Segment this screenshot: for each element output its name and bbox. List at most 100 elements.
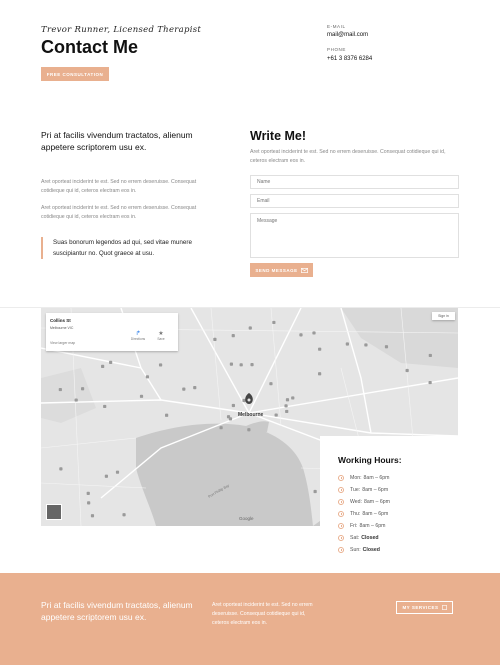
email-value[interactable]: mail@mail.com bbox=[327, 32, 368, 38]
send-message-button[interactable]: SEND MESSAGE bbox=[250, 263, 313, 277]
map-town-marker[interactable] bbox=[193, 386, 197, 390]
map-place-name: Collins St bbox=[50, 318, 71, 323]
hours-time: 8am – 6pm bbox=[362, 487, 389, 493]
map-town-marker[interactable] bbox=[87, 501, 91, 505]
view-larger-map-link[interactable]: View larger map bbox=[50, 341, 75, 345]
map-town-marker[interactable] bbox=[250, 363, 254, 367]
map-town-marker[interactable] bbox=[139, 394, 144, 398]
message-input[interactable] bbox=[250, 213, 459, 258]
map-town-marker[interactable] bbox=[103, 404, 107, 409]
hours-day: Fri: bbox=[350, 523, 358, 529]
map-town-marker[interactable] bbox=[58, 387, 62, 392]
map-town-marker[interactable] bbox=[59, 467, 63, 471]
map-town-marker[interactable] bbox=[158, 363, 163, 367]
hours-day: Sun: bbox=[350, 547, 361, 553]
hours-time: 8am – 6pm bbox=[363, 475, 390, 481]
map-directions-label: Directions bbox=[130, 337, 146, 341]
hours-day: Mon: bbox=[350, 475, 362, 481]
map-town-marker[interactable] bbox=[405, 368, 409, 373]
map-city-label: Melbourne bbox=[238, 412, 263, 418]
hours-row: Tue: 8am – 6pm bbox=[338, 486, 388, 494]
map-town-marker[interactable] bbox=[285, 398, 290, 402]
map-town-marker[interactable] bbox=[226, 415, 231, 419]
hours-time: Closed bbox=[361, 535, 379, 541]
clock-icon bbox=[338, 547, 344, 553]
map-town-marker[interactable] bbox=[219, 426, 223, 430]
name-input[interactable] bbox=[250, 175, 459, 189]
map-town-marker[interactable] bbox=[345, 342, 349, 346]
phone-label: PHONE bbox=[327, 47, 347, 52]
email-label: E-MAIL bbox=[327, 24, 346, 29]
page-header: Trevor Runner, Licensed Therapist Contac… bbox=[0, 0, 500, 120]
map-town-marker[interactable] bbox=[284, 404, 288, 408]
envelope-icon bbox=[300, 267, 308, 273]
hours-day: Wed: bbox=[350, 499, 363, 505]
map-town-marker[interactable] bbox=[384, 345, 389, 349]
free-consultation-button[interactable]: FREE CONSULTATION bbox=[41, 67, 109, 81]
clock-icon bbox=[338, 535, 344, 541]
map-town-marker[interactable] bbox=[269, 382, 273, 386]
hours-time: 8am – 6pm bbox=[359, 523, 386, 529]
map-save-button[interactable]: ★ Save bbox=[151, 331, 171, 341]
map-town-marker[interactable] bbox=[115, 470, 120, 474]
map-town-marker[interactable] bbox=[242, 398, 246, 403]
clock-icon bbox=[338, 475, 344, 481]
intro-heading: Pri at facilis vivendum tractatos, alien… bbox=[41, 130, 193, 152]
hours-row: Sun: Closed bbox=[338, 546, 380, 554]
map-town-marker[interactable] bbox=[165, 413, 169, 417]
map-town-marker[interactable] bbox=[122, 513, 126, 517]
google-logo: Google bbox=[239, 516, 254, 521]
hours-day: Sat: bbox=[350, 535, 360, 541]
hours-time: 8am – 6pm bbox=[362, 511, 389, 517]
intro-paragraph-1: Aret oporteat inciderint te est. Sed no … bbox=[41, 179, 197, 194]
map-signin-button[interactable]: Sign in bbox=[432, 312, 455, 320]
map-town-marker[interactable] bbox=[318, 347, 322, 351]
page-subtitle: Trevor Runner, Licensed Therapist bbox=[41, 25, 202, 35]
hours-time: 8am – 6pm bbox=[364, 499, 390, 505]
map-directions-button[interactable]: ↱ Directions bbox=[128, 331, 148, 341]
map-town-marker[interactable] bbox=[247, 428, 251, 432]
map-town-marker[interactable] bbox=[145, 375, 150, 379]
page-title: Contact Me bbox=[41, 37, 139, 57]
map-town-marker[interactable] bbox=[229, 362, 234, 366]
map-town-marker[interactable] bbox=[248, 326, 252, 330]
map-town-marker[interactable] bbox=[274, 413, 278, 417]
hours-time: Closed bbox=[362, 547, 380, 553]
map-town-marker[interactable] bbox=[182, 387, 186, 391]
map-town-marker[interactable] bbox=[285, 409, 289, 414]
footer-text: Aret oporteat inciderint te est. Sed no … bbox=[212, 602, 313, 626]
map-town-marker[interactable] bbox=[101, 364, 105, 368]
map-town-marker[interactable] bbox=[104, 474, 108, 478]
map-town-marker[interactable] bbox=[312, 331, 316, 335]
intro-quote: Suas bonorum legendos ad qui, sed vitae … bbox=[41, 237, 201, 259]
map-town-marker[interactable] bbox=[231, 334, 235, 338]
map-town-marker[interactable] bbox=[428, 353, 432, 358]
email-input[interactable] bbox=[250, 194, 459, 208]
map-layer-thumbnail[interactable] bbox=[46, 504, 62, 520]
hours-day: Tue: bbox=[350, 487, 361, 493]
map-town-marker[interactable] bbox=[291, 396, 295, 400]
map-town-marker[interactable] bbox=[428, 380, 432, 385]
hours-title: Working Hours: bbox=[338, 455, 402, 465]
clock-icon bbox=[338, 487, 344, 493]
form-heading: Write Me! bbox=[250, 129, 307, 143]
map-signin-label: Sign in bbox=[438, 314, 449, 318]
map-town-marker[interactable] bbox=[231, 403, 235, 408]
phone-value[interactable]: +61 3 8376 6284 bbox=[327, 56, 372, 62]
my-services-button[interactable]: MY SERVICES bbox=[396, 601, 453, 614]
map-town-marker[interactable] bbox=[109, 360, 113, 364]
map-town-marker[interactable] bbox=[364, 343, 368, 347]
map-town-marker[interactable] bbox=[239, 363, 243, 367]
map-town-marker[interactable] bbox=[272, 320, 276, 325]
map-town-marker[interactable] bbox=[318, 372, 322, 376]
hours-row: Thu: 8am – 6pm bbox=[338, 510, 388, 518]
map-town-marker[interactable] bbox=[80, 387, 85, 391]
map-town-marker[interactable] bbox=[299, 333, 303, 337]
clock-icon bbox=[338, 523, 344, 529]
map-town-marker[interactable] bbox=[90, 514, 95, 518]
map-town-marker[interactable] bbox=[213, 337, 217, 342]
map-town-marker[interactable] bbox=[313, 489, 317, 494]
map-town-marker[interactable] bbox=[74, 398, 78, 402]
map-place-location: Melbourne VIC bbox=[50, 326, 74, 330]
map-town-marker[interactable] bbox=[86, 491, 90, 495]
